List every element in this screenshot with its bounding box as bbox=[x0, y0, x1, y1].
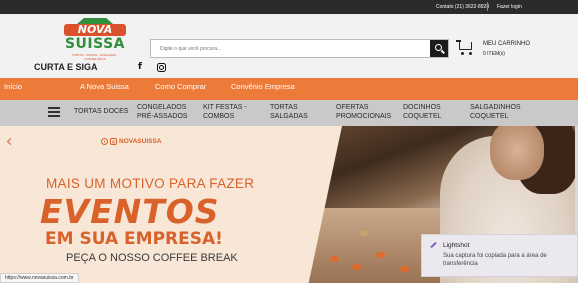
nav-inicio[interactable]: Início bbox=[4, 82, 22, 91]
page: Contato (21) 3622-8928 Fazer login NOVA … bbox=[0, 0, 578, 283]
instagram-icon[interactable] bbox=[154, 60, 168, 74]
pen-icon bbox=[430, 241, 437, 249]
search-input[interactable] bbox=[151, 40, 431, 57]
instagram-icon: ◎ bbox=[110, 138, 117, 145]
nav-convenio-empresa[interactable]: Convênio Empresa bbox=[231, 82, 295, 91]
banner-line-3: EM SUA EMPRESA! bbox=[45, 229, 223, 249]
logo-tagline: TORTAS · DOCES · SALGADOS · CONGELADOS bbox=[71, 53, 119, 61]
banner-line-1: MAIS UM MOTIVO PARA FAZER bbox=[46, 176, 255, 191]
menu-icon[interactable] bbox=[48, 107, 60, 117]
top-bar: Contato (21) 3622-8928 Fazer login bbox=[0, 0, 578, 14]
category-docinhos[interactable]: DOCINHOS COQUETEL bbox=[403, 104, 442, 121]
category-salgadinhos[interactable]: SALGADINHOS COQUETEL bbox=[470, 104, 521, 121]
search-icon bbox=[434, 44, 442, 51]
banner-line-4: PEÇA O NOSSO COFFEE BREAK bbox=[66, 252, 238, 264]
main-nav: Início A Nova Suissa Como Comprar Convên… bbox=[0, 78, 578, 100]
cart-count: 0 ITEM(s) bbox=[483, 51, 505, 57]
nav-como-comprar[interactable]: Como Comprar bbox=[155, 82, 206, 91]
lightshot-notification[interactable]: Lightshot Sua captura foi copiada para a… bbox=[421, 234, 578, 277]
logo-suissa: SUISSA bbox=[64, 36, 126, 52]
cart-title[interactable]: MEU CARRINHO bbox=[483, 41, 530, 47]
category-tortas-salgadas[interactable]: TORTAS SALGADAS bbox=[270, 104, 308, 121]
site-logo[interactable]: NOVA SUISSA TORTAS · DOCES · SALGADOS · … bbox=[64, 18, 126, 61]
category-nav: TORTAS DOCES CONGELADOS PRÉ-ASSADOS KIT F… bbox=[0, 100, 578, 126]
search-bar bbox=[150, 39, 449, 58]
notification-message: Sua captura foi copiada para a área de t… bbox=[443, 253, 547, 267]
cart-icon[interactable] bbox=[456, 38, 478, 58]
search-button[interactable] bbox=[430, 40, 448, 57]
category-tortas-doces[interactable]: TORTAS DOCES bbox=[74, 108, 128, 117]
social-tagline: CURTA E SIGA bbox=[34, 62, 98, 72]
logo-nova: NOVA bbox=[64, 24, 126, 36]
category-congelados[interactable]: CONGELADOS PRÉ-ASSADOS bbox=[137, 104, 188, 121]
facebook-icon: f bbox=[101, 138, 108, 145]
category-kit-festas[interactable]: KIT FESTAS - COMBOS bbox=[203, 104, 247, 121]
banner-headline: EVENTOS bbox=[40, 192, 220, 231]
contact-link[interactable]: Contato (21) 3622-8928 bbox=[436, 4, 489, 10]
nav-a-nova-suissa[interactable]: A Nova Suissa bbox=[80, 82, 129, 91]
notification-title: Lightshot bbox=[443, 242, 470, 249]
banner-handle: f ◎ NOVASUISSA bbox=[101, 138, 162, 145]
login-link[interactable]: Fazer login bbox=[497, 4, 522, 10]
facebook-icon[interactable]: f bbox=[133, 60, 147, 74]
topbar-divider bbox=[487, 2, 488, 11]
status-url: https://www.novasuissa.com.br bbox=[0, 273, 79, 283]
site-header: NOVA SUISSA TORTAS · DOCES · SALGADOS · … bbox=[0, 14, 578, 78]
category-ofertas[interactable]: OFERTAS PROMOCIONAIS bbox=[336, 104, 391, 121]
